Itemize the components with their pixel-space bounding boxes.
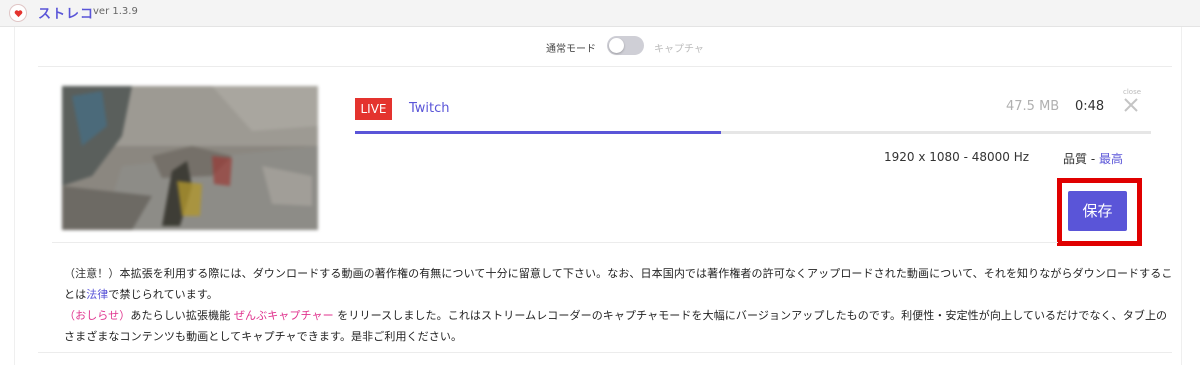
divider <box>52 242 1058 243</box>
quality-indicator: 品質 - 最高 <box>1063 150 1123 167</box>
law-link[interactable]: 法律 <box>86 288 108 301</box>
save-button[interactable]: 保存 <box>1068 191 1127 231</box>
heart-logo-icon <box>9 4 27 22</box>
capture-mode-label: キャプチャ <box>654 44 704 55</box>
progress-fill <box>355 131 722 134</box>
info-heading: （おしらせ） <box>64 309 131 322</box>
product-link[interactable]: ぜんぶキャプチャー <box>234 309 334 322</box>
normal-mode-label: 通常モード <box>546 44 596 55</box>
mode-switch-row: 通常モード キャプチャ <box>0 36 1200 56</box>
file-size: 47.5 MB <box>1006 99 1060 114</box>
live-badge: LIVE <box>355 98 392 120</box>
platform-name: Twitch <box>409 101 450 116</box>
warning-text: 本拡張を利用する際には、ダウンロードする動画の著作権の有無について十分に留意して… <box>64 267 1173 301</box>
video-thumbnail <box>62 86 318 230</box>
info-text: あたらしい拡張機能 <box>130 309 234 322</box>
app-name: ストレコ <box>38 7 95 22</box>
toggle-knob <box>609 38 624 53</box>
close-icon[interactable] <box>1123 97 1139 113</box>
notice-text: （注意！）本拡張を利用する際には、ダウンロードする動画の著作権の有無について十分… <box>64 263 1176 347</box>
recording-duration: 0:48 <box>1075 99 1105 114</box>
close-label: close <box>1123 88 1142 96</box>
divider <box>38 66 1172 67</box>
divider <box>38 352 1172 353</box>
stream-resolution: 1920 x 1080 - 48000 Hz <box>884 150 1030 164</box>
quality-value[interactable]: 最高 <box>1099 152 1123 166</box>
quality-label: 品質 - <box>1063 152 1099 166</box>
app-header: ストレコ ver 1.3.9 <box>0 0 1200 27</box>
mode-toggle[interactable] <box>607 36 644 55</box>
app-version: ver 1.3.9 <box>93 6 138 17</box>
progress-bar <box>355 131 1151 134</box>
warning-heading: （注意！） <box>64 267 120 280</box>
warning-text-end: で禁じられています。 <box>108 288 218 301</box>
